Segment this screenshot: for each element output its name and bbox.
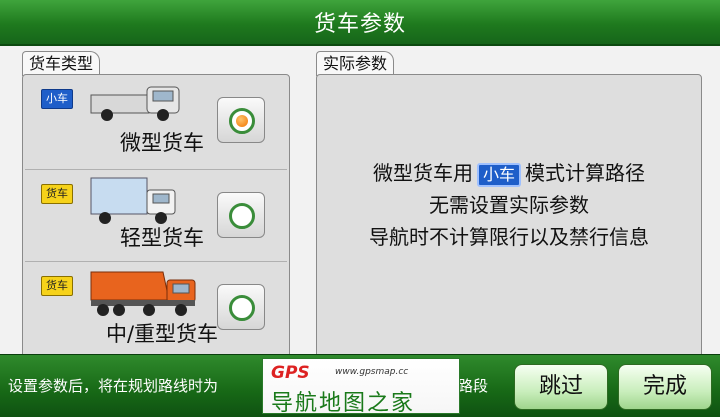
vehicle-option-mini[interactable]: 小车 微型货车 [25,75,287,161]
vehicle-label: 轻型货车 [120,226,204,250]
truck-badge: 货车 [41,276,73,296]
mini-truck-icon [90,86,180,121]
watermark-brand: GPS [271,363,310,383]
info-line-mode: 微型货车用 小车 模式计算路径 [317,157,701,187]
vehicle-label: 微型货车 [120,131,204,155]
car-badge: 小车 [41,89,73,109]
tab-actual-params: 实际参数 [316,51,395,76]
tab-truck-type: 货车类型 [22,51,101,76]
watermark-logo: GPS www.gpsmap.cc 导航地图之家 [262,358,460,416]
hint-text: 设置参数后，将在规划路线时为 [8,377,219,395]
heavy-truck-icon [90,271,196,316]
radio-indicator-icon [229,108,255,134]
page-title: 货车参数 [313,12,406,37]
actual-params-panel: 微型货车用 小车 模式计算路径 无需设置实际参数 导航时不计算限行以及禁行信息 [316,74,702,398]
skip-button[interactable]: 跳过 [514,364,608,410]
radio-indicator-icon [229,203,255,229]
truck-type-panel: 小车 微型货车 货车 轻型货车 货车 中/重型货车 [22,74,290,398]
car-mode-badge: 小车 [476,162,521,187]
vehicle-option-heavy[interactable]: 货车 中/重型货车 [25,261,287,348]
truck-badge: 货车 [41,184,73,204]
radio-light-truck[interactable] [217,192,265,238]
light-truck-icon [90,177,176,224]
watermark-text: 导航地图之家 [271,391,416,416]
watermark-url: www.gpsmap.cc [335,367,409,377]
info-line-restrictions: 导航时不计算限行以及禁行信息 [369,225,649,249]
vehicle-option-light[interactable]: 货车 轻型货车 [25,169,287,256]
info-suffix: 模式计算路径 [525,161,645,185]
title-bar: 货车参数 [0,0,720,46]
done-button[interactable]: 完成 [618,364,712,410]
vehicle-label: 中/重型货车 [105,322,219,346]
info-prefix: 微型货车用 [372,161,473,185]
radio-selected-dot [236,115,248,127]
hint-text-tail: 路段 [458,377,489,395]
main-area: 货车类型 小车 微型货车 货车 轻型货车 货车 中/重型货车 实际参数 微型货车… [0,46,720,398]
radio-heavy-truck[interactable] [217,284,265,330]
radio-mini-truck[interactable] [217,97,265,143]
info-line-no-params: 无需设置实际参数 [429,193,589,217]
radio-indicator-icon [229,295,255,321]
